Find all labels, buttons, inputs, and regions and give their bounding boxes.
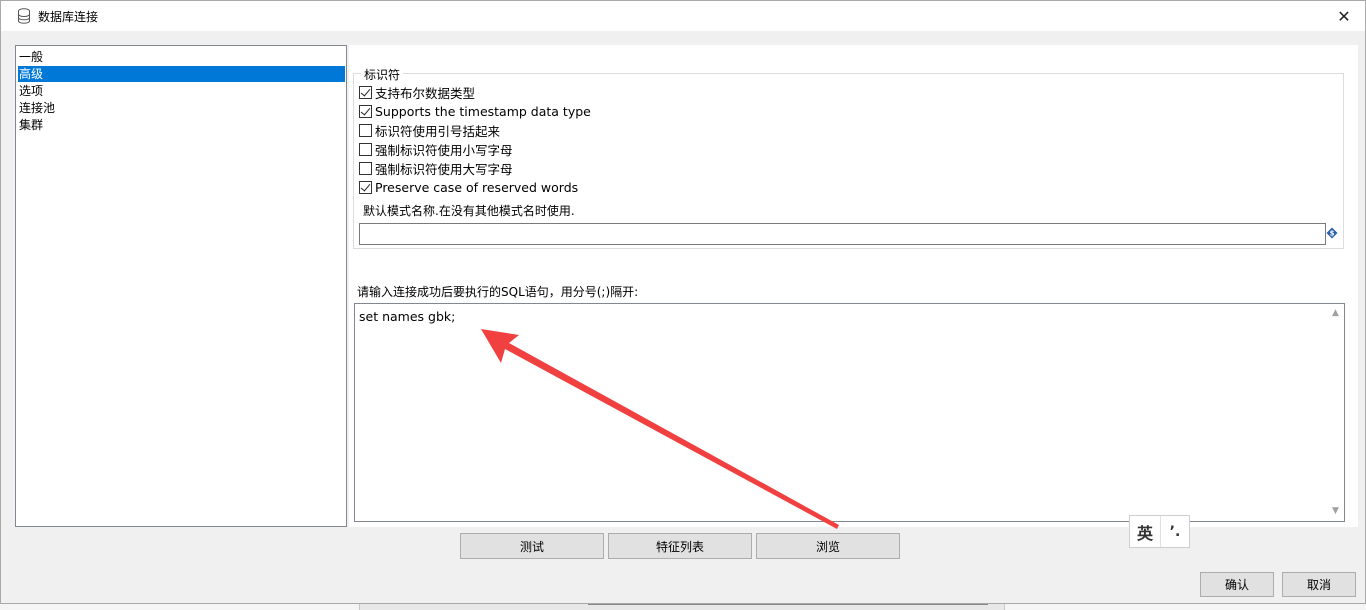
- init-sql-text: set names gbk;: [359, 309, 456, 324]
- cancel-button[interactable]: 取消: [1282, 572, 1356, 597]
- background-window-strip: [0, 604, 1366, 610]
- sql-scrollbar[interactable]: ▲ ▼: [1327, 304, 1344, 521]
- nav-item-advanced[interactable]: 高级: [18, 66, 345, 82]
- feature-list-button[interactable]: 特征列表: [608, 533, 752, 559]
- default-schema-label: 默认模式名称.在没有其他模式名时使用.: [363, 204, 575, 218]
- checkbox[interactable]: [359, 180, 372, 194]
- checkbox[interactable]: [359, 123, 372, 137]
- nav-item-pooling[interactable]: 连接池: [18, 100, 345, 116]
- browse-button[interactable]: 浏览: [756, 533, 900, 559]
- variable-icon[interactable]: $: [1326, 227, 1338, 239]
- nav-item-options[interactable]: 选项: [18, 83, 345, 99]
- init-sql-label: 请输入连接成功后要执行的SQL语句，用分号(;)隔开:: [357, 285, 639, 299]
- option-force-uppercase[interactable]: 强制标识符使用大写字母: [359, 160, 513, 177]
- checkbox-label: 标识符使用引号括起来: [375, 123, 501, 139]
- database-icon: [18, 8, 30, 24]
- database-connection-dialog: 数据库连接 ✕ 一般 高级 选项 连接池 集群 标识符 支持布尔数据类型 Sup…: [0, 0, 1366, 604]
- test-button[interactable]: 测试: [460, 533, 604, 559]
- default-schema-input[interactable]: [359, 223, 1326, 245]
- settings-nav-list[interactable]: 一般 高级 选项 连接池 集群: [15, 45, 347, 527]
- option-preserve-reserved-case[interactable]: Preserve case of reserved words: [359, 179, 578, 195]
- checkbox-label: Preserve case of reserved words: [375, 179, 579, 195]
- option-force-lowercase[interactable]: 强制标识符使用小写字母: [359, 141, 513, 158]
- ime-punctuation-icon[interactable]: ’.: [1161, 516, 1189, 547]
- scroll-up-icon[interactable]: ▲: [1331, 309, 1340, 318]
- nav-item-cluster[interactable]: 集群: [18, 117, 345, 133]
- ime-indicator[interactable]: 英 ’.: [1129, 515, 1190, 548]
- option-boolean-type[interactable]: 支持布尔数据类型: [359, 84, 476, 101]
- ok-button[interactable]: 确认: [1200, 572, 1274, 597]
- nav-item-general[interactable]: 一般: [18, 49, 345, 65]
- checkbox-label: 强制标识符使用大写字母: [375, 161, 513, 177]
- background-panel: [1004, 604, 1366, 610]
- title-bar: 数据库连接 ✕: [1, 1, 1365, 31]
- svg-text:$: $: [1330, 230, 1335, 238]
- checkbox-label: 强制标识符使用小写字母: [375, 142, 513, 158]
- close-button[interactable]: ✕: [1323, 1, 1365, 31]
- close-icon: ✕: [1337, 6, 1351, 26]
- checkbox[interactable]: [359, 161, 372, 175]
- checkbox[interactable]: [359, 142, 372, 156]
- option-timestamp-type[interactable]: Supports the timestamp data type: [359, 103, 591, 119]
- ime-mode-icon[interactable]: 英: [1130, 516, 1161, 547]
- window-title: 数据库连接: [38, 10, 99, 24]
- scroll-down-icon[interactable]: ▼: [1331, 507, 1340, 516]
- background-panel: [0, 604, 360, 610]
- checkbox[interactable]: [359, 85, 372, 99]
- identifier-group-legend: 标识符: [361, 66, 404, 83]
- checkbox-label: 支持布尔数据类型: [375, 85, 476, 101]
- init-sql-textarea[interactable]: set names gbk; ▲ ▼: [354, 303, 1345, 522]
- checkbox[interactable]: [359, 104, 372, 118]
- background-divider: [588, 604, 988, 610]
- checkbox-label: Supports the timestamp data type: [375, 103, 591, 119]
- option-quote-identifiers[interactable]: 标识符使用引号括起来: [359, 122, 501, 139]
